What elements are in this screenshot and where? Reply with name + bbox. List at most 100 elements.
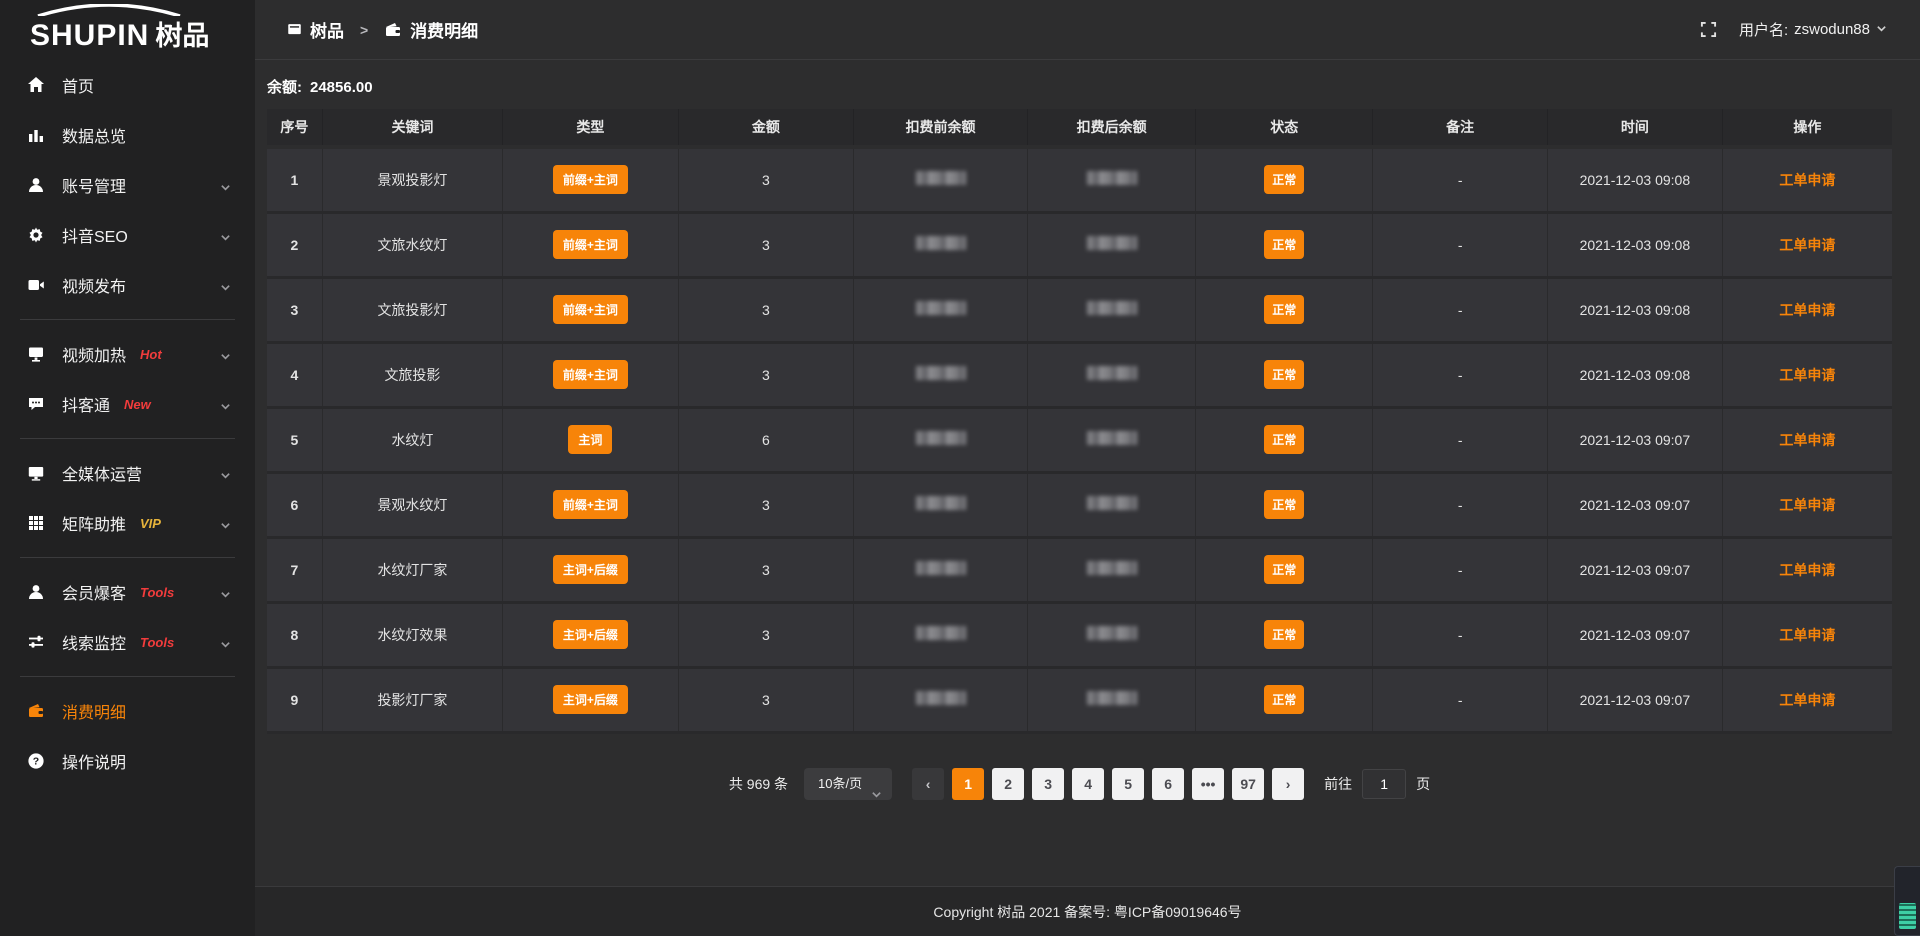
cell-balance-after <box>1028 472 1196 537</box>
sidebar-item-6[interactable]: 视频加热Hot <box>0 329 255 379</box>
status-badge: 正常 <box>1264 490 1304 519</box>
balance-line: 余额:24856.00 <box>267 76 1892 97</box>
sidebar-item-5[interactable]: 视频发布 <box>0 260 255 310</box>
redacted-balance <box>916 236 966 250</box>
type-badge: 前缀+主词 <box>553 165 628 194</box>
sidebar-item-3[interactable]: 账号管理 <box>0 160 255 210</box>
chevron-down-icon <box>220 349 231 367</box>
table-row: 9投影灯厂家主词+后缀3正常-2021-12-03 09:07工单申请 <box>267 667 1892 732</box>
top-header: 树品 > 消费明细 用户名: zswodun88 <box>255 0 1920 60</box>
sidebar: SHUPIN树品 首页数据总览账号管理抖音SEO视频发布视频加热Hot抖客通Ne… <box>0 0 255 936</box>
sidebar-item-13[interactable]: ?操作说明 <box>0 736 255 786</box>
goto-label: 前往 <box>1324 774 1352 794</box>
chevron-down-icon <box>220 280 231 298</box>
cell-balance-before <box>854 602 1028 667</box>
gear-icon <box>26 225 46 245</box>
sidebar-item-8[interactable]: 全媒体运营 <box>0 448 255 498</box>
table-row: 3文旅投影灯前缀+主词3正常-2021-12-03 09:08工单申请 <box>267 277 1892 342</box>
page-button-4[interactable]: 4 <box>1072 768 1104 800</box>
prev-page-button[interactable]: ‹ <box>912 768 944 800</box>
cell-type: 前缀+主词 <box>503 147 679 212</box>
page-size-select[interactable]: 10条/页 <box>804 768 892 800</box>
monitor-icon <box>26 463 46 483</box>
sidebar-item-10[interactable]: 会员爆客Tools <box>0 567 255 617</box>
type-badge: 主词 <box>568 425 612 454</box>
video-icon <box>26 275 46 295</box>
cell-keyword: 景观水纹灯 <box>322 472 502 537</box>
sidebar-item-label: 线索监控 <box>62 630 126 654</box>
chevron-down-icon[interactable] <box>1876 21 1887 38</box>
balance-label: 余额: <box>267 79 302 96</box>
work-order-link[interactable]: 工单申请 <box>1779 172 1835 188</box>
sidebar-item-2[interactable]: 数据总览 <box>0 110 255 160</box>
work-order-link[interactable]: 工单申请 <box>1779 627 1835 643</box>
goto-page-input[interactable] <box>1362 769 1406 799</box>
work-order-link[interactable]: 工单申请 <box>1779 692 1835 708</box>
goto-suffix: 页 <box>1416 774 1430 794</box>
cell-balance-after <box>1028 537 1196 602</box>
work-order-link[interactable]: 工单申请 <box>1779 302 1835 318</box>
page-button-1[interactable]: 1 <box>952 768 984 800</box>
redacted-balance <box>1087 366 1137 380</box>
work-order-link[interactable]: 工单申请 <box>1779 237 1835 253</box>
work-order-link[interactable]: 工单申请 <box>1779 562 1835 578</box>
page-button-2[interactable]: 2 <box>992 768 1024 800</box>
type-badge: 主词+后缀 <box>553 620 628 649</box>
cell-action: 工单申请 <box>1722 277 1892 342</box>
username-value[interactable]: zswodun88 <box>1794 21 1870 38</box>
page-button-5[interactable]: 5 <box>1112 768 1144 800</box>
redacted-balance <box>1087 561 1137 575</box>
cell-type: 前缀+主词 <box>503 212 679 277</box>
sidebar-item-4[interactable]: 抖音SEO <box>0 210 255 260</box>
cell-type: 主词 <box>503 407 679 472</box>
cell-balance-after <box>1028 342 1196 407</box>
work-order-link[interactable]: 工单申请 <box>1779 367 1835 383</box>
cell-balance-before <box>854 472 1028 537</box>
sidebar-item-12[interactable]: 消费明细 <box>0 686 255 736</box>
fullscreen-icon[interactable] <box>1700 21 1717 38</box>
page-button-97[interactable]: 97 <box>1232 768 1264 800</box>
cell-type: 前缀+主词 <box>503 342 679 407</box>
sidebar-item-11[interactable]: 线索监控Tools <box>0 617 255 667</box>
sidebar-item-9[interactable]: 矩阵助推VIP <box>0 498 255 548</box>
column-header: 序号 <box>267 109 322 147</box>
sidebar-item-label: 操作说明 <box>62 749 126 773</box>
sidebar-item-1[interactable]: 首页 <box>0 60 255 110</box>
breadcrumb-item-home[interactable]: 树品 <box>310 17 344 42</box>
cell-time: 2021-12-03 09:07 <box>1548 667 1723 732</box>
cell-action: 工单申请 <box>1722 342 1892 407</box>
cell-time: 2021-12-03 09:07 <box>1548 407 1723 472</box>
sidebar-item-badge: New <box>124 397 151 412</box>
page-button-3[interactable]: 3 <box>1032 768 1064 800</box>
work-order-link[interactable]: 工单申请 <box>1779 497 1835 513</box>
cell-time: 2021-12-03 09:08 <box>1548 277 1723 342</box>
next-page-button[interactable]: › <box>1272 768 1304 800</box>
chevron-down-icon <box>220 637 231 655</box>
total-count: 共 969 条 <box>729 774 788 794</box>
cell-remark: - <box>1373 342 1548 407</box>
table-row: 5水纹灯主词6正常-2021-12-03 09:07工单申请 <box>267 407 1892 472</box>
cell-type: 主词+后缀 <box>503 602 679 667</box>
sidebar-item-7[interactable]: 抖客通New <box>0 379 255 429</box>
redacted-balance <box>916 171 966 185</box>
sidebar-item-label: 矩阵助推 <box>62 511 126 535</box>
chevron-down-icon <box>220 468 231 486</box>
redacted-balance <box>1087 431 1137 445</box>
page-button-6[interactable]: 6 <box>1152 768 1184 800</box>
cell-amount: 3 <box>678 277 854 342</box>
cell-remark: - <box>1373 407 1548 472</box>
status-badge: 正常 <box>1264 425 1304 454</box>
cell-status: 正常 <box>1196 407 1373 472</box>
sidebar-item-label: 抖音SEO <box>62 223 128 247</box>
table-row: 4文旅投影前缀+主词3正常-2021-12-03 09:08工单申请 <box>267 342 1892 407</box>
column-header: 操作 <box>1722 109 1892 147</box>
redacted-balance <box>916 496 966 510</box>
cell-keyword: 文旅投影灯 <box>322 277 502 342</box>
work-order-link[interactable]: 工单申请 <box>1779 432 1835 448</box>
floating-side-widget[interactable] <box>1894 866 1920 936</box>
cell-remark: - <box>1373 537 1548 602</box>
ellipsis-page-button[interactable]: ••• <box>1192 768 1224 800</box>
page-button-group: 123456•••97 <box>948 768 1268 800</box>
sidebar-divider <box>20 676 235 677</box>
type-badge: 前缀+主词 <box>553 230 628 259</box>
